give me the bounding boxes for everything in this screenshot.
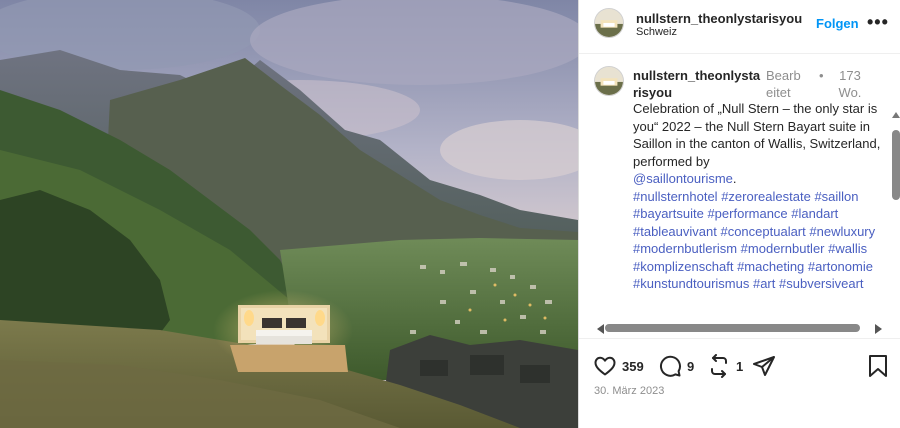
hashtag-link[interactable]: #newluxury xyxy=(809,224,875,239)
avatar[interactable] xyxy=(594,66,624,96)
action-bar: 359 9 1 xyxy=(579,338,900,379)
hashtag-link[interactable]: #wallis xyxy=(828,241,867,256)
time-ago[interactable]: 173 Wo. xyxy=(832,67,868,101)
hashtag-link[interactable]: #saillon xyxy=(814,189,858,204)
hashtag-link[interactable]: #bayartsuite xyxy=(633,206,704,221)
like-count[interactable]: 359 xyxy=(622,359,644,374)
separator-dot: • xyxy=(819,68,824,83)
landscape-image xyxy=(0,0,578,428)
hashtag-link[interactable]: #artonomie xyxy=(808,259,873,274)
hashtag-link[interactable]: #performance xyxy=(707,206,787,221)
scroll-left-icon[interactable] xyxy=(597,324,604,334)
horizontal-scrollbar[interactable] xyxy=(579,322,889,334)
paper-plane-icon xyxy=(753,356,775,376)
follow-button[interactable]: Folgen xyxy=(816,16,859,31)
hashtag-link[interactable]: #nullsternhotel xyxy=(633,189,718,204)
hashtag-link[interactable]: #zerorealestate xyxy=(721,189,811,204)
caption-section[interactable]: nullstern_theonlystarisyou Bearbeitet • … xyxy=(579,54,900,326)
scrollbar-thumb[interactable] xyxy=(605,324,860,332)
hashtag-link[interactable]: #subversiveart xyxy=(779,276,864,291)
heart-icon xyxy=(594,356,616,376)
edited-label: Bearbeitet xyxy=(766,68,801,100)
more-options-icon[interactable]: ••• xyxy=(867,12,889,33)
repost-button[interactable]: 1 xyxy=(707,354,743,378)
scroll-right-icon[interactable] xyxy=(875,324,882,334)
vertical-scrollbar[interactable] xyxy=(892,112,900,326)
avatar-bed-icon xyxy=(595,9,623,37)
hashtag-link[interactable]: #modernbutler xyxy=(741,241,825,256)
share-button[interactable] xyxy=(752,354,776,378)
save-button[interactable] xyxy=(867,354,889,378)
hashtag-link[interactable]: #kunstundtourismus xyxy=(633,276,749,291)
mention-suffix: . xyxy=(732,171,737,186)
like-button[interactable]: 359 xyxy=(593,354,644,378)
caption-text: Celebration of „Null Stern – the only st… xyxy=(633,100,883,293)
mention-link[interactable]: @saillontourisme xyxy=(633,171,733,186)
post-date[interactable]: 30. März 2023 xyxy=(594,385,664,397)
hashtag-link[interactable]: #macheting xyxy=(737,259,804,274)
header-username[interactable]: nullstern_theonlystarisyou xyxy=(636,11,802,26)
avatar-bed-icon xyxy=(595,67,623,95)
header-location[interactable]: Schweiz xyxy=(636,26,677,38)
avatar[interactable] xyxy=(594,8,624,38)
hashtag-link[interactable]: #modernbutlerism xyxy=(633,241,737,256)
caption-body: Celebration of „Null Stern – the only st… xyxy=(633,101,881,169)
hashtag-link[interactable]: #art xyxy=(753,276,775,291)
post-header: nullstern_theonlystarisyou Schweiz Folge… xyxy=(579,0,900,54)
post-photo[interactable] xyxy=(0,0,578,428)
hashtag-link[interactable]: #conceptualart xyxy=(720,224,805,239)
comment-count[interactable]: 9 xyxy=(687,359,694,374)
repost-count[interactable]: 1 xyxy=(736,359,743,374)
bookmark-icon xyxy=(869,355,887,377)
scrollbar-thumb[interactable] xyxy=(892,130,900,200)
hashtag-link[interactable]: #komplizenschaft xyxy=(633,259,733,274)
hashtag-link[interactable]: #tableauvivant xyxy=(633,224,717,239)
post-sidebar: nullstern_theonlystarisyou Schweiz Folge… xyxy=(578,0,900,428)
repost-icon xyxy=(711,354,727,378)
hashtag-link[interactable]: #landart xyxy=(791,206,838,221)
scroll-up-icon[interactable] xyxy=(892,112,900,118)
caption-username[interactable]: nullstern_theonlystarisyou xyxy=(633,67,765,101)
comment-icon xyxy=(659,355,681,377)
comment-button[interactable]: 9 xyxy=(658,354,694,378)
